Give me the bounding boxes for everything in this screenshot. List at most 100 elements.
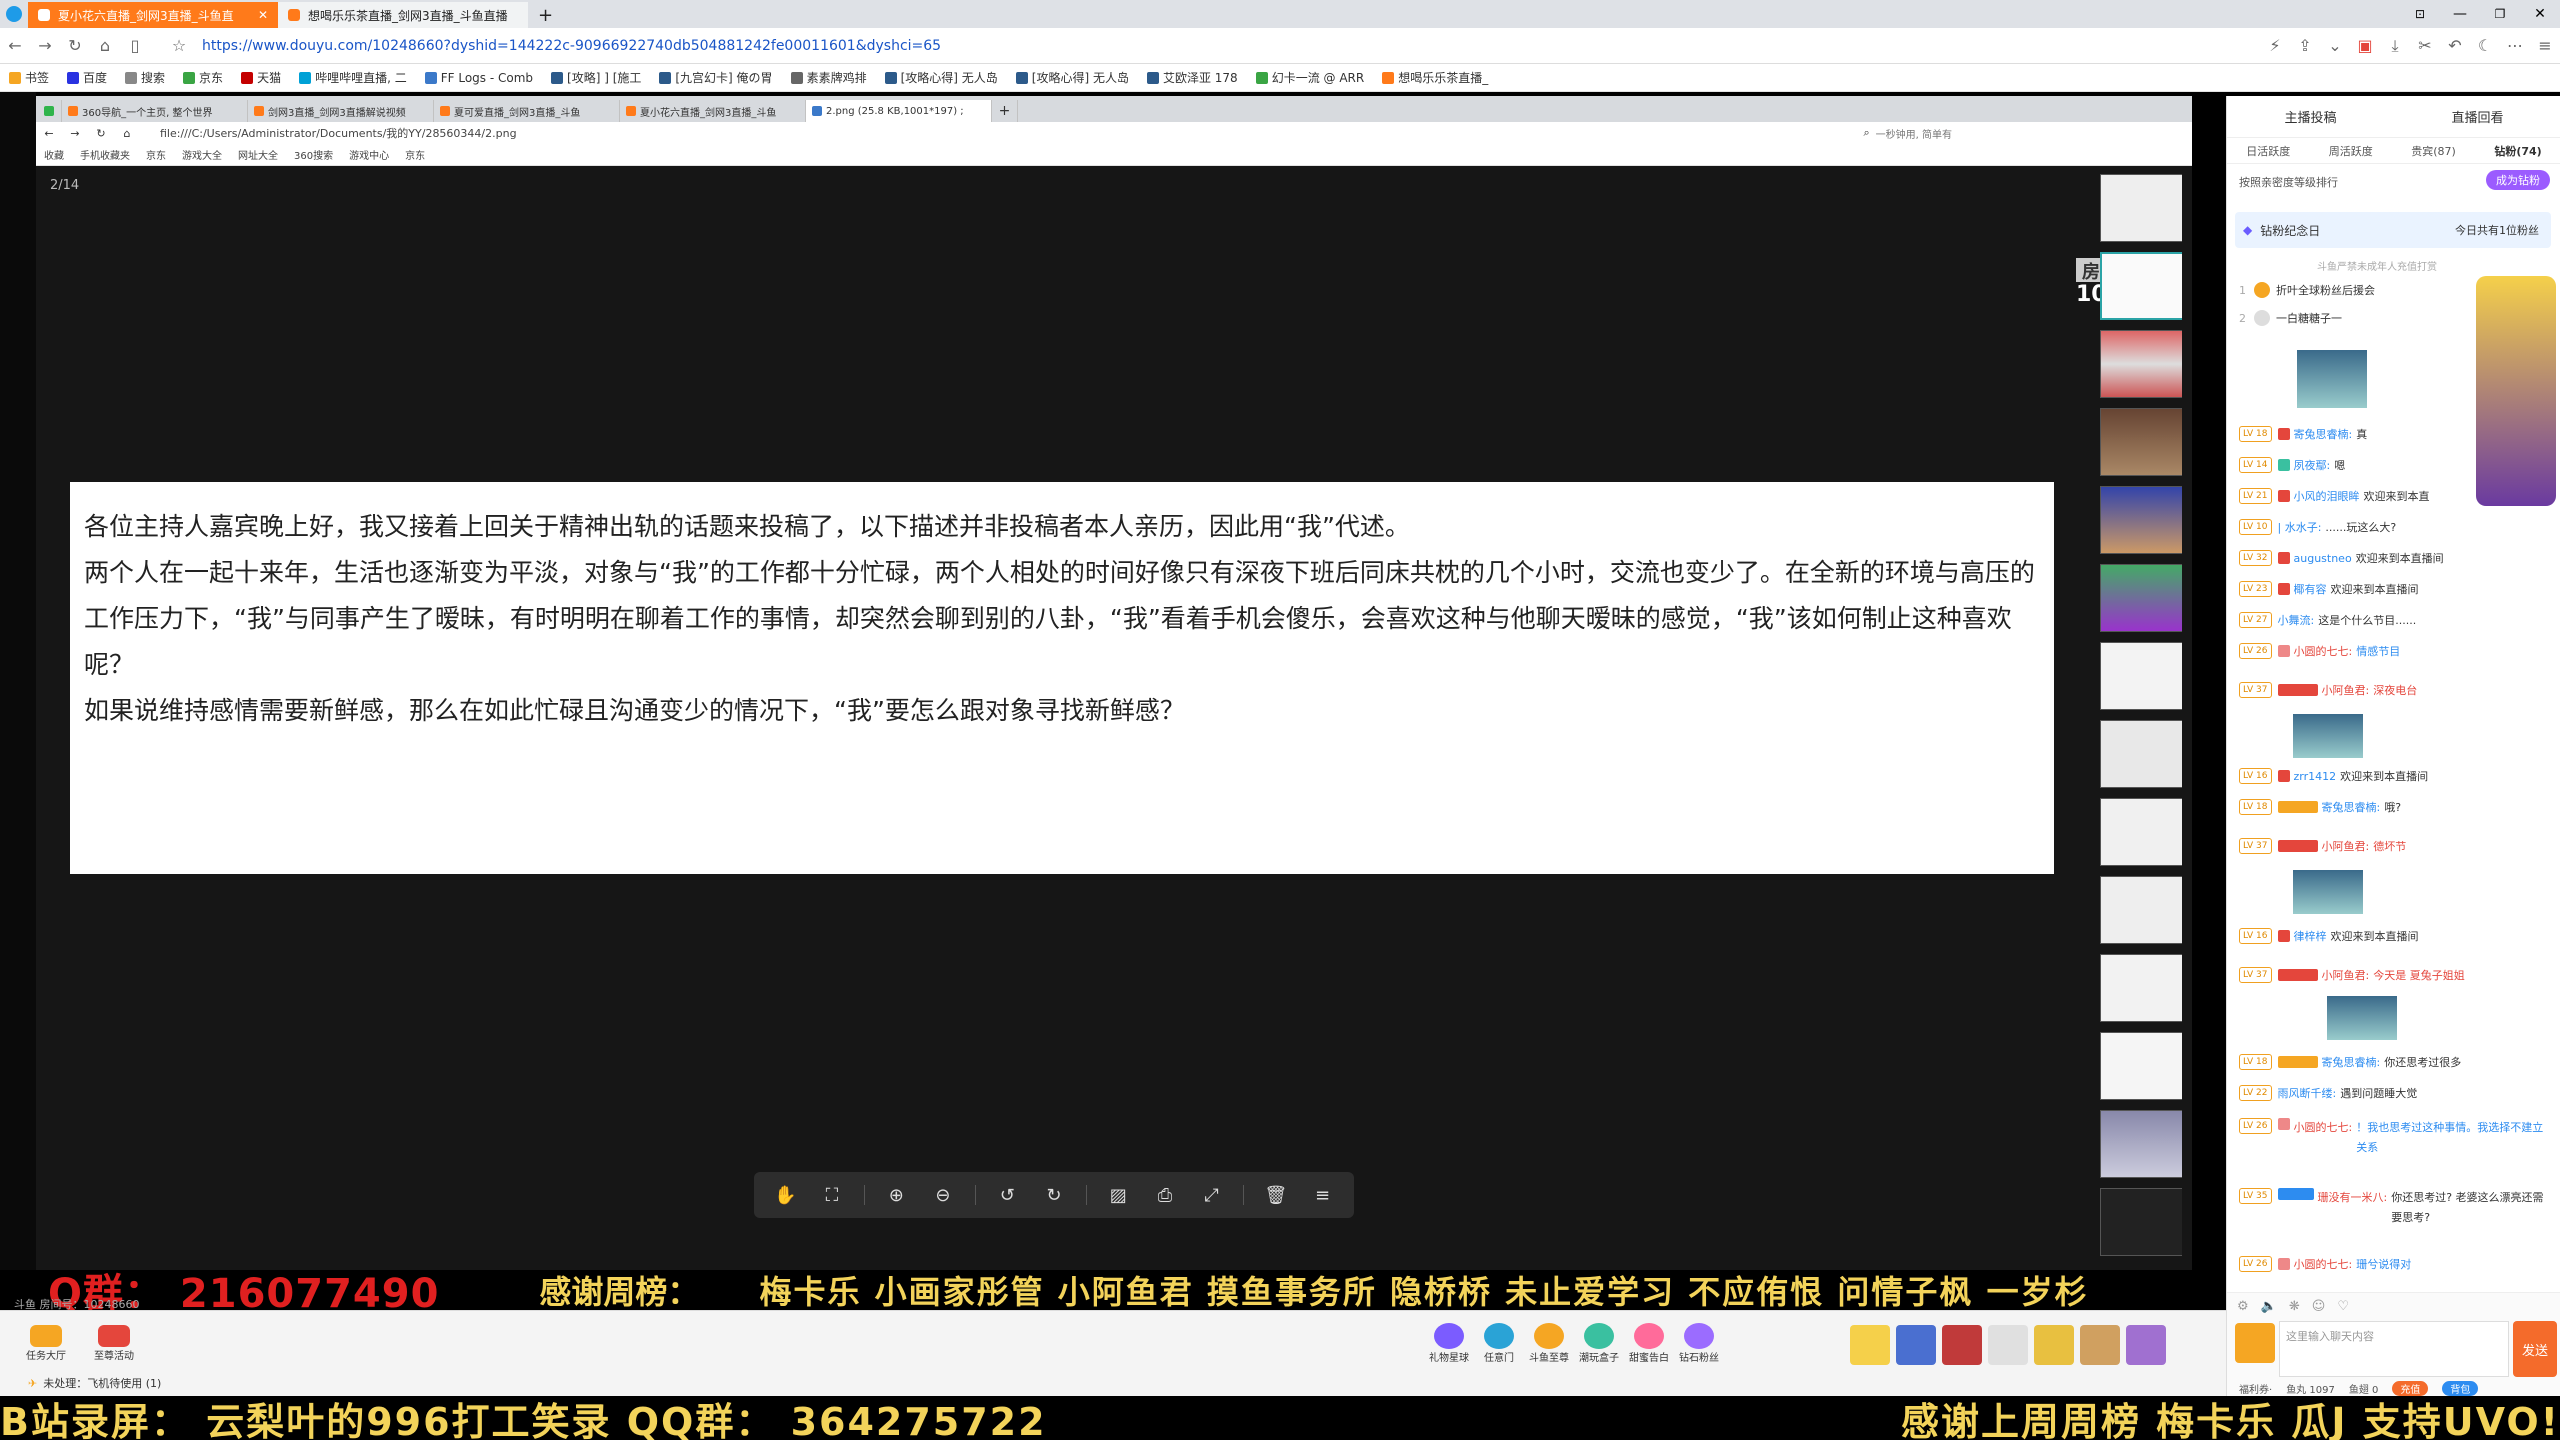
inner-tab[interactable]: 夏小花六直播_剑网3直播_斗鱼	[620, 100, 806, 122]
rotate-right-icon[interactable]: ↻	[1039, 1185, 1069, 1206]
inner-url[interactable]: file:///C:/Users/Administrator/Documents…	[160, 125, 517, 141]
delete-icon[interactable]: 🗑	[1261, 1185, 1291, 1206]
bookmark-item[interactable]: FF Logs - Comb	[424, 71, 533, 85]
chat-message[interactable]: LV 18 寄兔思睿楠: 你还思考过很多	[2239, 1054, 2549, 1070]
night-mode-icon[interactable]: ☾	[2470, 36, 2500, 55]
menu-icon[interactable]: ≡	[1308, 1185, 1338, 1206]
gift-item[interactable]: 斗鱼至尊	[1524, 1323, 1574, 1364]
chat-message[interactable]: LV 37 小阿鱼君: 今天是 夏兔子姐姐	[2239, 967, 2549, 983]
gift-icon[interactable]	[1942, 1325, 1982, 1365]
inner-new-tab[interactable]: +	[992, 100, 1018, 122]
maximize-icon[interactable]: ❐	[2480, 7, 2520, 21]
bookmark-item[interactable]: 天猫	[241, 69, 281, 86]
home-icon[interactable]: ⌂	[114, 127, 140, 140]
gift-icon[interactable]	[1896, 1325, 1936, 1365]
thumbnail[interactable]	[2100, 330, 2182, 398]
bookmark-item[interactable]: 素素牌鸡排	[790, 69, 867, 86]
inner-bookmark[interactable]: 360搜索	[294, 147, 333, 162]
chat-message[interactable]: LV 26 小圆的七七: 珊兮说得对	[2239, 1256, 2549, 1272]
home-icon[interactable]: ⌂	[90, 36, 120, 55]
chat-message[interactable]: LV 16 律梓梓 欢迎来到本直播间	[2239, 928, 2549, 944]
thumbnail[interactable]	[2100, 1110, 2182, 1178]
bookmark-item[interactable]: 百度	[67, 69, 107, 86]
bookmark-item[interactable]: 幻卡一流 @ ARR	[1255, 69, 1364, 86]
inner-tab[interactable]: 360导航_一个主页, 整个世界	[62, 100, 248, 122]
extension-icon[interactable]: ▣	[2350, 36, 2380, 55]
inner-bookmark[interactable]: 游戏中心	[349, 147, 389, 162]
tab-vip[interactable]: 贵宾(87)	[2411, 143, 2456, 159]
gift-item[interactable]: 潮玩盒子	[1574, 1323, 1624, 1364]
gift-icon[interactable]	[1850, 1325, 1890, 1365]
chat-message[interactable]: LV 35 珊没有一米八: 你还思考过? 老婆这么漂亮还需要思考?	[2239, 1188, 2549, 1228]
gift-item[interactable]: 钻石粉丝	[1674, 1323, 1724, 1364]
inner-tab[interactable]: 剑网3直播_剑网3直播解说视频	[248, 100, 434, 122]
save-image-icon[interactable]: ▨	[1103, 1185, 1133, 1206]
bookmark-item[interactable]: [攻略心得] 无人岛	[1015, 69, 1129, 86]
become-fan-button[interactable]: 成为钻粉	[2486, 170, 2550, 190]
dropdown-icon[interactable]: ⌄	[2320, 36, 2350, 55]
share-icon[interactable]: ⇪	[2290, 36, 2320, 55]
bookmark-item[interactable]: 艾欧泽亚 178	[1146, 69, 1238, 86]
task-hall-button[interactable]: 任务大厅	[18, 1325, 74, 1365]
gift-icon[interactable]	[2034, 1325, 2074, 1365]
thumbnail[interactable]	[2100, 720, 2182, 788]
inner-bookmark[interactable]: 网址大全	[238, 147, 278, 162]
chat-message[interactable]: LV 37 小阿鱼君: 德坏节	[2239, 838, 2549, 854]
send-button[interactable]: 发送	[2513, 1321, 2557, 1377]
bookmark-item[interactable]: [攻略心得] 无人岛	[884, 69, 998, 86]
inner-bookmark[interactable]: 京东	[146, 147, 166, 162]
rank-item[interactable]: 2 一白糖糖子一	[2239, 310, 2342, 326]
gift-icon[interactable]	[2126, 1325, 2166, 1365]
recharge-button[interactable]: 充值	[2392, 1381, 2429, 1396]
thumbnail[interactable]	[2100, 1032, 2182, 1100]
bookmark-item[interactable]: 搜索	[125, 69, 165, 86]
thumbnail[interactable]	[2100, 486, 2182, 554]
inner-bookmark[interactable]: 收藏	[44, 147, 64, 162]
back-icon[interactable]: ←	[0, 36, 30, 55]
bookmark-item[interactable]: 想喝乐乐茶直播_	[1382, 69, 1488, 86]
zoom-out-icon[interactable]: ⊖	[928, 1185, 958, 1206]
forward-icon[interactable]: →	[62, 127, 88, 140]
reload-icon[interactable]: ↻	[60, 36, 90, 55]
gift-item[interactable]: 任意门	[1474, 1323, 1524, 1364]
close-tab-icon[interactable]: ✕	[258, 8, 268, 22]
emoji-icon[interactable]: ☺	[2312, 1299, 2326, 1314]
fit-screen-icon[interactable]: ⛶	[817, 1185, 847, 1206]
gift-item[interactable]: 礼物星球	[1424, 1323, 1474, 1364]
browser-logo-icon[interactable]	[0, 0, 28, 28]
chat-message[interactable]: LV 32 augustneo 欢迎来到本直播间	[2239, 550, 2549, 566]
chat-input[interactable]: 这里输入聊天内容	[2279, 1321, 2509, 1377]
chat-message[interactable]: LV 10 | 水水子: ......玩这么大?	[2239, 519, 2549, 535]
backpack-button[interactable]: 背包	[2442, 1381, 2479, 1396]
bookmark-item[interactable]: 哔哩哔哩直播, 二	[299, 69, 407, 86]
bullet-icon[interactable]: ❋	[2289, 1299, 2300, 1314]
settings-icon[interactable]: ⚙	[2237, 1299, 2249, 1314]
tab-daily-active[interactable]: 日活跃度	[2246, 143, 2290, 159]
hand-tool-icon[interactable]: ✋	[770, 1185, 800, 1206]
inner-bookmark[interactable]: 手机收藏夹	[80, 147, 130, 162]
bookmark-item[interactable]: 京东	[183, 69, 223, 86]
tab-weekly-active[interactable]: 周活跃度	[2329, 143, 2373, 159]
search-icon[interactable]: ⌕	[1863, 126, 1869, 140]
tab-diamond-fans[interactable]: 钻粉(74)	[2494, 143, 2541, 159]
rank-item[interactable]: 1 折叶全球粉丝后援会	[2239, 282, 2375, 298]
close-window-icon[interactable]: ✕	[2520, 6, 2560, 22]
bookmark-item[interactable]: [攻略] ] [施工	[551, 69, 641, 86]
stream-video[interactable]: 360导航_一个主页, 整个世界 剑网3直播_剑网3直播解说视频 夏可爱直播_剑…	[36, 96, 2192, 1308]
inner-bookmark[interactable]: 京东	[405, 147, 425, 162]
chat-message[interactable]: LV 26 小圆的七七: ！我也思考过这种事情。我选择不建立关系	[2239, 1118, 2549, 1158]
supreme-activity-button[interactable]: 至尊活动	[86, 1325, 142, 1365]
tab-streamer-submission[interactable]: 主播投稿	[2284, 107, 2336, 126]
thumbnail[interactable]	[2100, 408, 2182, 476]
minimize-icon[interactable]: —	[2440, 6, 2480, 22]
inner-tab-active[interactable]: 2.png (25.8 KB,1001*197) ;	[806, 100, 992, 122]
inner-tab[interactable]	[36, 100, 62, 122]
volume-icon[interactable]: 🔈	[2261, 1299, 2277, 1314]
chat-message[interactable]: LV 22 雨风断千缕: 遇到问题睡大觉	[2239, 1085, 2549, 1101]
reload-icon[interactable]: ↻	[88, 127, 114, 140]
zoom-in-icon[interactable]: ⊕	[881, 1185, 911, 1206]
gift-item[interactable]: 甜蜜告白	[1624, 1323, 1674, 1364]
url-field[interactable]: https://www.douyu.com/10248660?dyshid=14…	[202, 38, 941, 54]
thumbnail[interactable]	[2100, 954, 2182, 1022]
forward-icon[interactable]: →	[30, 36, 60, 55]
